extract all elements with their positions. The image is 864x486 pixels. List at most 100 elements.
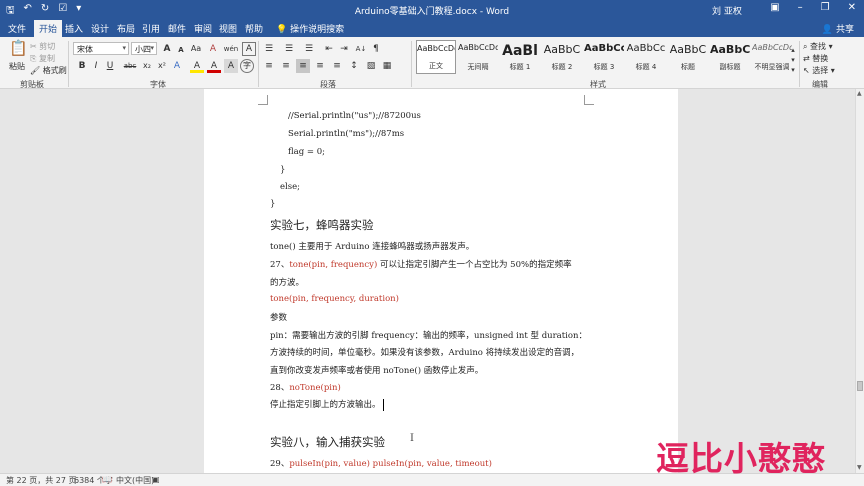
bullets-icon[interactable]: ☰ xyxy=(262,42,276,56)
borders-icon[interactable]: ▦ xyxy=(380,59,394,73)
chevron-down-icon: ▾ xyxy=(830,66,835,75)
subscript-button[interactable]: x₂ xyxy=(140,59,154,73)
format-painter-button[interactable]: 🖌 格式刷 xyxy=(30,65,67,76)
code-line: //Serial.println("us");//87200us xyxy=(288,111,421,121)
change-case-button[interactable]: Aa xyxy=(189,42,203,56)
italic-button[interactable]: I xyxy=(89,59,103,73)
tab-insert[interactable]: 插入 xyxy=(65,22,83,35)
paragraph-line: pin：需要输出方波的引脚 frequency：输出的频率，unsigned i… xyxy=(270,331,587,341)
tab-help[interactable]: 帮助 xyxy=(245,22,263,35)
strikethrough-button[interactable]: abc xyxy=(121,59,139,73)
char-border-button[interactable]: A xyxy=(242,42,256,56)
style-heading-2[interactable]: AaBbC 标题 2 xyxy=(542,40,582,74)
ibeam-cursor-icon: I xyxy=(410,433,414,444)
lightbulb-icon: 💡 xyxy=(276,25,288,35)
tab-home[interactable]: 开始 xyxy=(34,20,63,37)
find-button[interactable]: ⌕ 查找 ▾ xyxy=(803,41,833,52)
multilevel-list-icon[interactable]: ☰ xyxy=(302,42,316,56)
scroll-down-icon[interactable]: ▼ xyxy=(857,464,862,471)
show-marks-button[interactable]: ¶ xyxy=(369,42,383,56)
user-name[interactable]: 刘 亚权 xyxy=(712,4,742,17)
macro-record-icon[interactable]: ▣ xyxy=(152,475,160,484)
tab-review[interactable]: 审阅 xyxy=(194,22,212,35)
page-count[interactable]: 第 22 页，共 27 页 xyxy=(6,475,77,486)
document-page[interactable]: //Serial.println("us");//87200us Serial.… xyxy=(204,89,678,473)
share-button[interactable]: 👤 共享 xyxy=(822,22,854,35)
tab-file[interactable]: 文件 xyxy=(8,22,26,35)
enclose-char-button[interactable]: 字 xyxy=(240,59,254,73)
proofing-icon[interactable]: 📖 xyxy=(102,475,112,484)
styles-more-icon[interactable]: ▾ xyxy=(786,63,800,77)
font-size-select[interactable]: 小四 ▾ xyxy=(131,42,157,55)
paragraph-line: 27、tone(pin, frequency) 可以让指定引脚产生一个占空比为 … xyxy=(270,260,572,270)
language-indicator[interactable]: 中文(中国) xyxy=(116,475,154,486)
tab-mailings[interactable]: 邮件 xyxy=(168,22,186,35)
shading-icon[interactable]: ▧ xyxy=(364,59,378,73)
font-name-select[interactable]: 宋体 ▾ xyxy=(73,42,129,55)
text-effects-button[interactable]: A xyxy=(170,59,184,73)
tab-references[interactable]: 引用 xyxy=(142,22,160,35)
underline-button[interactable]: U xyxy=(103,59,117,73)
style-heading-3[interactable]: AaBbCc 标题 3 xyxy=(584,40,624,74)
function-signature: tone(pin, frequency, duration) xyxy=(270,294,399,304)
justify-icon[interactable]: ≡ xyxy=(313,59,327,73)
style-heading-1[interactable]: AaBl 标题 1 xyxy=(500,40,540,74)
minimize-icon[interactable]: – xyxy=(798,2,803,13)
tab-layout[interactable]: 布局 xyxy=(117,22,135,35)
code-line: } xyxy=(280,165,286,175)
paragraph-line: 直到你改变发声频率或者使用 noTone() 函数停止发声。 xyxy=(270,366,484,376)
paragraph-line: 29、pulseIn(pin, value) pulseIn(pin, valu… xyxy=(270,459,492,469)
phonetic-guide-button[interactable]: wén xyxy=(222,42,240,56)
line-spacing-icon[interactable]: ↕ xyxy=(347,59,361,73)
vertical-scrollbar[interactable]: ▲ ▼ xyxy=(855,89,864,473)
copy-button[interactable]: ⎘ 复制 xyxy=(30,53,55,64)
sort-button[interactable]: A↓ xyxy=(354,42,368,56)
ribbon-display-icon[interactable]: ▣ xyxy=(770,2,779,13)
restore-icon[interactable]: ❐ xyxy=(821,2,830,13)
align-center-icon[interactable]: ≡ xyxy=(279,59,293,73)
close-icon[interactable]: ✕ xyxy=(848,2,856,13)
select-button[interactable]: ↖ 选择 ▾ xyxy=(803,65,835,76)
paste-button[interactable]: 粘贴 xyxy=(9,61,25,72)
style-title[interactable]: AaBbC 标题 xyxy=(668,40,708,74)
search-icon: ⌕ xyxy=(803,42,808,51)
style-subtitle[interactable]: AaBbC 副标题 xyxy=(710,40,750,74)
function-signature: noTone(pin) xyxy=(289,383,341,393)
font-color-button[interactable]: A xyxy=(207,59,221,73)
decrease-indent-icon[interactable]: ⇤ xyxy=(322,42,336,56)
shrink-font-button[interactable]: A xyxy=(174,43,188,57)
paste-icon[interactable]: 📋 xyxy=(9,41,28,59)
section-heading: 实验八，输入捕获实验 xyxy=(270,435,385,449)
code-line: flag = 0; xyxy=(288,147,325,157)
window-controls: ▣ – ❐ ✕ xyxy=(770,2,856,13)
scroll-up-icon[interactable]: ▲ xyxy=(857,90,862,97)
char-shading-button[interactable]: A xyxy=(224,59,238,73)
align-left-icon[interactable]: ≡ xyxy=(262,59,276,73)
paragraph-line: 的方波。 xyxy=(270,278,305,288)
paragraph-line: 参数 xyxy=(270,313,288,323)
increase-indent-icon[interactable]: ⇥ xyxy=(337,42,351,56)
numbering-icon[interactable]: ☰ xyxy=(282,42,296,56)
section-heading: 实验七，蜂鸣器实验 xyxy=(270,218,374,232)
paragraph-line: tone(pin, frequency, duration) xyxy=(270,294,399,304)
grow-font-button[interactable]: A xyxy=(160,42,174,56)
highlight-button[interactable]: A xyxy=(190,59,204,73)
replace-button[interactable]: ⇄ 替换 xyxy=(803,53,828,64)
document-area: //Serial.println("us");//87200us Serial.… xyxy=(0,89,855,473)
distributed-icon[interactable]: ≡ xyxy=(330,59,344,73)
tab-design[interactable]: 设计 xyxy=(91,22,109,35)
scrollbar-thumb[interactable] xyxy=(857,381,863,391)
style-heading-4[interactable]: AaBbCc 标题 4 xyxy=(626,40,666,74)
clear-format-button[interactable]: A xyxy=(206,42,220,56)
align-right-icon[interactable]: ≡ xyxy=(296,59,310,73)
tab-view[interactable]: 视图 xyxy=(219,22,237,35)
style-no-spacing[interactable]: AaBbCcDd 无间隔 xyxy=(458,40,498,74)
title-bar: 🖫 ↶ ↻ ☑ ▾ Arduino零基础入门教程.docx - Word 刘 亚… xyxy=(0,0,864,19)
share-icon: 👤 xyxy=(821,25,834,35)
bold-button[interactable]: B xyxy=(75,59,89,73)
tell-me-search[interactable]: 💡 操作说明搜索 xyxy=(276,22,344,35)
superscript-button[interactable]: x² xyxy=(155,59,169,73)
style-normal[interactable]: AaBbCcDd 正文 xyxy=(416,40,456,74)
chevron-down-icon: ▾ xyxy=(150,44,154,52)
cut-button[interactable]: ✂ 剪切 xyxy=(30,41,55,52)
